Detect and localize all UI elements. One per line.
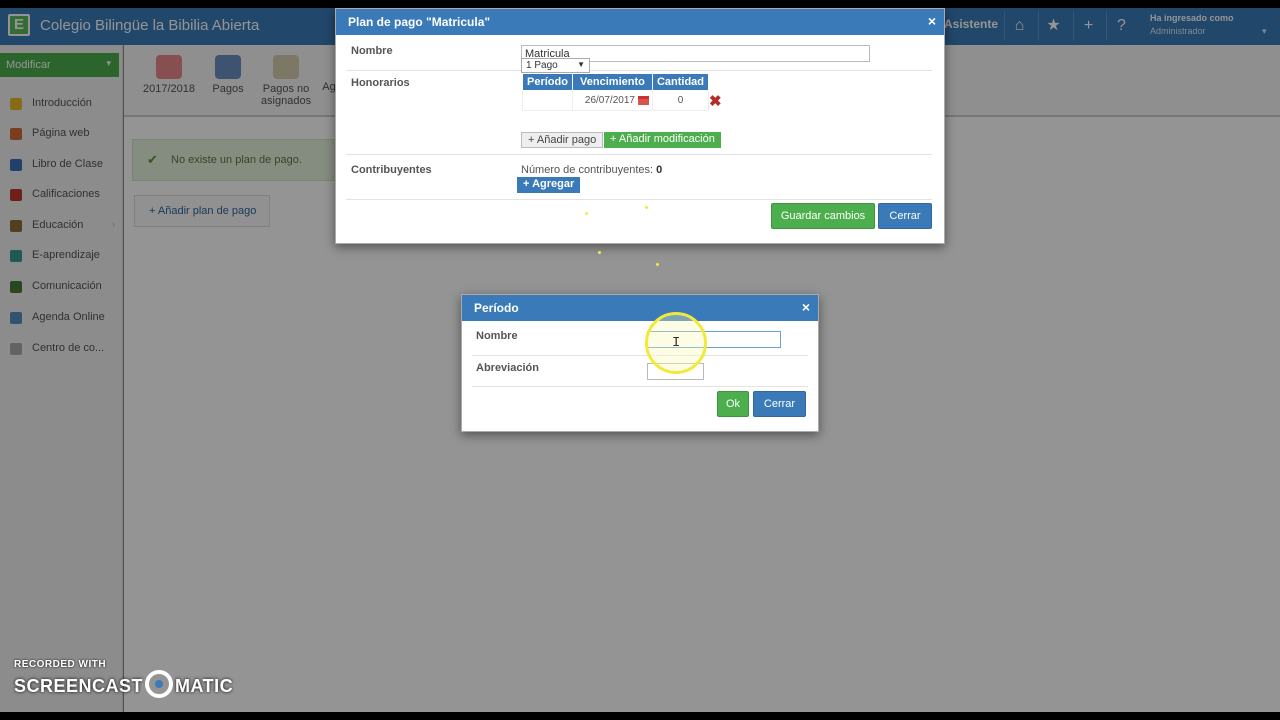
watermark-brand: SCREENCAST MATIC xyxy=(14,670,234,699)
cursor-spark xyxy=(656,263,659,266)
watermark-brand-left: SCREENCAST xyxy=(14,676,144,696)
honorarios-label: Honorarios xyxy=(351,77,410,89)
due-date-value: 26/07/2017 xyxy=(584,95,635,106)
divider xyxy=(472,386,808,387)
chevron-down-icon: ▼ xyxy=(577,60,585,69)
plan-dialog-title: Plan de pago "Matricula" xyxy=(348,15,491,29)
text-cursor-icon: I xyxy=(672,335,681,351)
period-cell[interactable] xyxy=(522,90,573,111)
ok-button[interactable]: Ok xyxy=(717,391,749,417)
cursor-spark xyxy=(585,212,588,215)
due-date-cell[interactable]: 26/07/2017 xyxy=(571,90,653,111)
divider xyxy=(472,355,808,356)
watermark-brand-right: MATIC xyxy=(175,676,234,696)
cursor-spark xyxy=(645,206,648,209)
add-contributor-button[interactable]: + Agregar xyxy=(517,177,581,193)
period-name-label: Nombre xyxy=(476,330,518,342)
period-dialog-title: Período xyxy=(474,301,519,315)
screencast-logo-icon xyxy=(145,670,174,699)
amount-cell[interactable]: 0 xyxy=(651,90,710,111)
save-button[interactable]: Guardar cambios xyxy=(771,203,875,229)
payments-select-value: 1 Pago xyxy=(526,60,558,71)
letterbox-top xyxy=(0,0,1280,8)
delete-icon[interactable]: ✖ xyxy=(709,92,722,110)
letterbox-bottom xyxy=(0,712,1280,720)
payments-select[interactable]: 1 Pago ▼ xyxy=(521,58,590,73)
watermark-recorded-with: RECORDED WITH xyxy=(14,659,107,670)
plan-dialog-header: Plan de pago "Matricula" × xyxy=(336,9,944,35)
table-row: 26/07/2017 0 xyxy=(522,90,710,111)
cursor-spark xyxy=(598,251,601,254)
divider xyxy=(346,199,932,200)
plan-dialog: Plan de pago "Matricula" × Nombre Honora… xyxy=(335,8,945,244)
contributors-count-value: 0 xyxy=(656,164,663,176)
abbreviation-label: Abreviación xyxy=(476,362,539,374)
contribuyentes-label: Contribuyentes xyxy=(351,164,432,176)
nombre-label: Nombre xyxy=(351,45,393,57)
close-icon[interactable]: × xyxy=(928,13,936,29)
contributors-count: Número de contribuyentes: 0 xyxy=(521,164,662,176)
period-dialog: Período × Nombre Abreviación Ok Cerrar xyxy=(461,294,819,432)
divider xyxy=(346,154,932,155)
column-header: Vencimiento xyxy=(571,73,653,91)
column-header: Cantidad xyxy=(651,73,710,91)
close-icon[interactable]: × xyxy=(802,299,810,315)
contributors-count-label: Número de contribuyentes: xyxy=(521,164,654,176)
close-button[interactable]: Cerrar xyxy=(753,391,806,417)
add-payment-button[interactable]: + Añadir pago xyxy=(521,132,604,148)
add-modification-button[interactable]: + Añadir modificación xyxy=(604,132,721,148)
period-dialog-header: Período × xyxy=(462,295,818,321)
calendar-icon[interactable] xyxy=(637,95,649,105)
fees-table: Período Vencimiento Cantidad 26/07/2017 … xyxy=(522,73,710,111)
divider xyxy=(346,70,932,71)
column-header: Período xyxy=(522,73,573,91)
close-button[interactable]: Cerrar xyxy=(878,203,932,229)
